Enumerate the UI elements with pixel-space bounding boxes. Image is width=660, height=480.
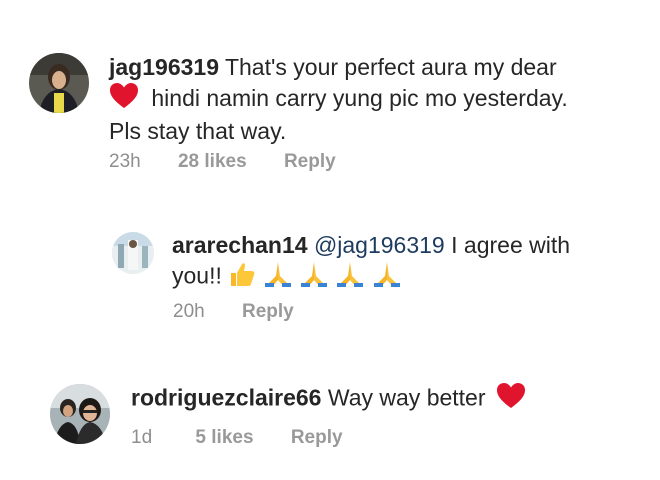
avatar-rodriguezclaire66[interactable] [50, 384, 110, 444]
comment-text: rodriguezclaire66 Way way better [131, 382, 631, 417]
reply-button[interactable]: Reply [291, 427, 343, 449]
heart-icon [496, 382, 526, 417]
comment-username[interactable]: rodriguezclaire66 [131, 385, 321, 411]
comment-3: rodriguezclaire66 Way way better 1d 5 li… [0, 0, 660, 470]
comment-body: Way way better [327, 384, 486, 411]
likes-count[interactable]: 5 likes [195, 427, 253, 449]
comment-meta: 1d 5 likes Reply [131, 427, 343, 449]
comment-time: 1d [131, 427, 153, 448]
